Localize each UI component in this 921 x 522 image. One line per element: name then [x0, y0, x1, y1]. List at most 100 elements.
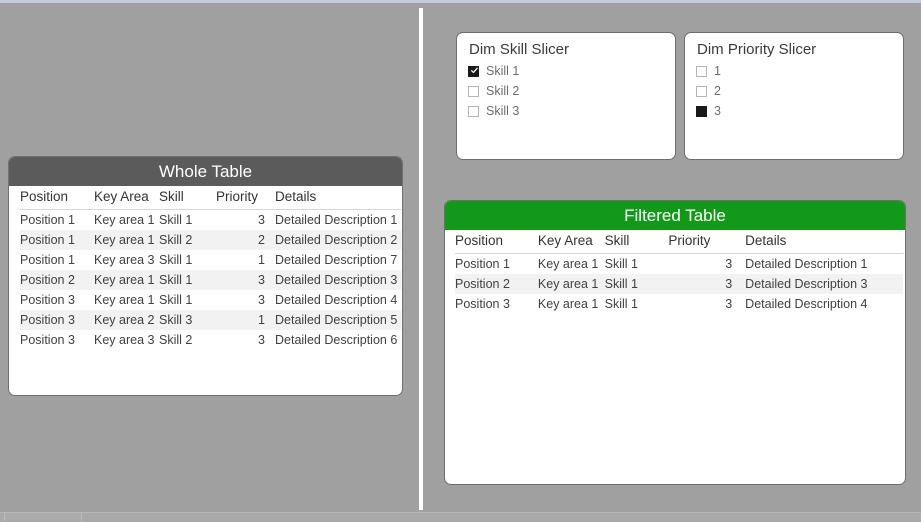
cell-skill: Skill 3: [159, 310, 214, 330]
cell-priority: 3: [665, 274, 742, 294]
table-header-row: Position Key Area Skill Priority Details: [455, 230, 903, 254]
whole-table-card: Whole Table Position Key Area Skill Prio…: [8, 156, 403, 396]
skill-slicer-list: Skill 1 Skill 2 Skill 3: [457, 60, 675, 121]
table-row[interactable]: Position 1 Key area 3 Skill 1 1 Detailed Des…: [20, 250, 401, 270]
cell-skill: Skill 1: [159, 253, 193, 267]
cell-details: Detailed Description 6: [275, 333, 398, 347]
cell-priority: 3: [258, 333, 265, 347]
table-header-row: Position Key Area Skill Priority Details: [20, 186, 401, 210]
table-row[interactable]: Position 2 Key area 1 Skill 1 3 Detailed Des…: [20, 270, 401, 290]
skill-slicer-item[interactable]: Skill 1: [468, 61, 675, 81]
filtered-table-card: Filtered Table Position Key Area Skill P…: [444, 200, 906, 485]
table-row[interactable]: Position 3 Key area 3 Skill 2 3 Detailed Des…: [20, 330, 401, 350]
cell-position: Position 1: [20, 253, 75, 267]
column-header-skill[interactable]: Skill: [604, 230, 666, 254]
cell-skill: Skill 1: [159, 270, 214, 290]
cell-position: Position 2: [455, 274, 538, 294]
cell-key-area: Key area 1: [94, 293, 155, 307]
column-header-priority[interactable]: Priority: [665, 230, 742, 254]
table-row[interactable]: Position 1 Key area 1 Skill 1 3 Detailed Des…: [455, 254, 903, 275]
column-header-details[interactable]: Details: [741, 230, 903, 254]
priority-slicer-card: Dim Priority Slicer 1 2 3: [684, 32, 904, 160]
priority-slicer-item[interactable]: 2: [696, 81, 903, 101]
priority-slicer-list: 1 2 3: [685, 60, 903, 121]
column-header-position[interactable]: Position: [455, 230, 538, 254]
cell-priority: 3: [214, 270, 272, 290]
column-header-key-area[interactable]: Key Area: [94, 186, 159, 210]
cell-details: Detailed Description 1: [745, 257, 868, 271]
cell-priority: 2: [214, 230, 272, 250]
table-row[interactable]: Position 1 Key area 1 Skill 2 2 Detailed Des…: [20, 230, 401, 250]
cell-details: Detailed Description 2: [272, 230, 401, 250]
priority-slicer-item-label: 2: [714, 84, 721, 98]
cell-details: Detailed Description 4: [745, 297, 868, 311]
table-row[interactable]: Position 2 Key area 1 Skill 1 3 Detailed Des…: [455, 274, 903, 294]
cell-key-area: Key area 1: [94, 270, 159, 290]
whole-table-title: Whole Table: [9, 157, 402, 186]
cell-skill: Skill 1: [604, 297, 638, 311]
cell-position: Position 1: [20, 213, 75, 227]
priority-slicer-item[interactable]: 1: [696, 61, 903, 81]
skill-slicer-item-label: Skill 2: [486, 84, 520, 98]
priority-slicer-item-label: 1: [714, 64, 721, 78]
cell-details: Detailed Description 5: [272, 310, 401, 330]
cell-position: Position 1: [20, 230, 94, 250]
priority-slicer-title: Dim Priority Slicer: [697, 41, 817, 58]
cell-key-area: Key area 2: [94, 310, 159, 330]
cell-details: Detailed Description 7: [275, 253, 398, 267]
priority-slicer-item[interactable]: 3: [696, 101, 903, 121]
cell-skill: Skill 1: [604, 274, 666, 294]
cell-position: Position 3: [20, 310, 94, 330]
checkbox-unchecked-icon[interactable]: [696, 65, 707, 77]
priority-slicer-item-label: 3: [714, 104, 721, 118]
cell-key-area: Key area 1: [94, 230, 159, 250]
cell-priority: 3: [258, 213, 265, 227]
page-divider: [419, 8, 423, 510]
cell-position: Position 1: [455, 257, 510, 271]
checkbox-filled-icon[interactable]: [696, 105, 707, 117]
cell-skill: Skill 2: [159, 230, 214, 250]
cell-priority: 1: [258, 253, 265, 267]
filtered-table-grid: Position Key Area Skill Priority Details…: [455, 230, 903, 314]
skill-slicer-item[interactable]: Skill 2: [468, 81, 675, 101]
column-header-position[interactable]: Position: [20, 186, 94, 210]
column-header-priority[interactable]: Priority: [214, 186, 272, 210]
filtered-table-title: Filtered Table: [445, 201, 905, 230]
column-header-skill[interactable]: Skill: [159, 186, 214, 210]
table-row[interactable]: Position 1 Key area 1 Skill 1 3 Detailed Des…: [20, 210, 401, 231]
column-header-key-area[interactable]: Key Area: [537, 230, 605, 254]
cell-key-area: Key area 1: [537, 257, 599, 271]
cell-priority: 3: [258, 293, 265, 307]
cell-priority: 1: [214, 310, 272, 330]
skill-slicer-item[interactable]: Skill 3: [468, 101, 675, 121]
cell-priority: 3: [725, 297, 733, 311]
cell-key-area: Key area 1: [537, 297, 599, 311]
table-row[interactable]: Position 3 Key area 2 Skill 3 1 Detailed Des…: [20, 310, 401, 330]
cell-key-area: Key area 3: [94, 333, 155, 347]
cell-priority: 3: [725, 257, 733, 271]
cell-skill: Skill 2: [159, 333, 193, 347]
table-row[interactable]: Position 3 Key area 1 Skill 1 3 Detailed Des…: [20, 290, 401, 310]
checkbox-unchecked-icon[interactable]: [468, 105, 479, 117]
cell-skill: Skill 1: [604, 257, 638, 271]
skill-slicer-title: Dim Skill Slicer: [469, 41, 570, 58]
cell-key-area: Key area 1: [94, 213, 155, 227]
cell-details: Detailed Description 3: [272, 270, 401, 290]
bottom-status-segment: [4, 513, 82, 521]
cell-details: Detailed Description 4: [275, 293, 398, 307]
checkbox-unchecked-icon[interactable]: [696, 85, 707, 97]
cell-position: Position 3: [20, 333, 75, 347]
cell-details: Detailed Description 1: [275, 213, 398, 227]
cell-position: Position 3: [455, 297, 510, 311]
table-row[interactable]: Position 3 Key area 1 Skill 1 3 Detailed Des…: [455, 294, 903, 314]
cell-key-area: Key area 1: [537, 274, 605, 294]
cell-details: Detailed Description 3: [741, 274, 903, 294]
checkbox-unchecked-icon[interactable]: [468, 85, 479, 97]
checkbox-checked-icon[interactable]: [468, 65, 479, 77]
column-header-details[interactable]: Details: [272, 186, 401, 210]
cell-skill: Skill 1: [159, 213, 193, 227]
cell-position: Position 2: [20, 270, 94, 290]
skill-slicer-item-label: Skill 3: [486, 104, 520, 118]
whole-table-grid: Position Key Area Skill Priority Details…: [20, 186, 401, 350]
cell-skill: Skill 1: [159, 293, 193, 307]
